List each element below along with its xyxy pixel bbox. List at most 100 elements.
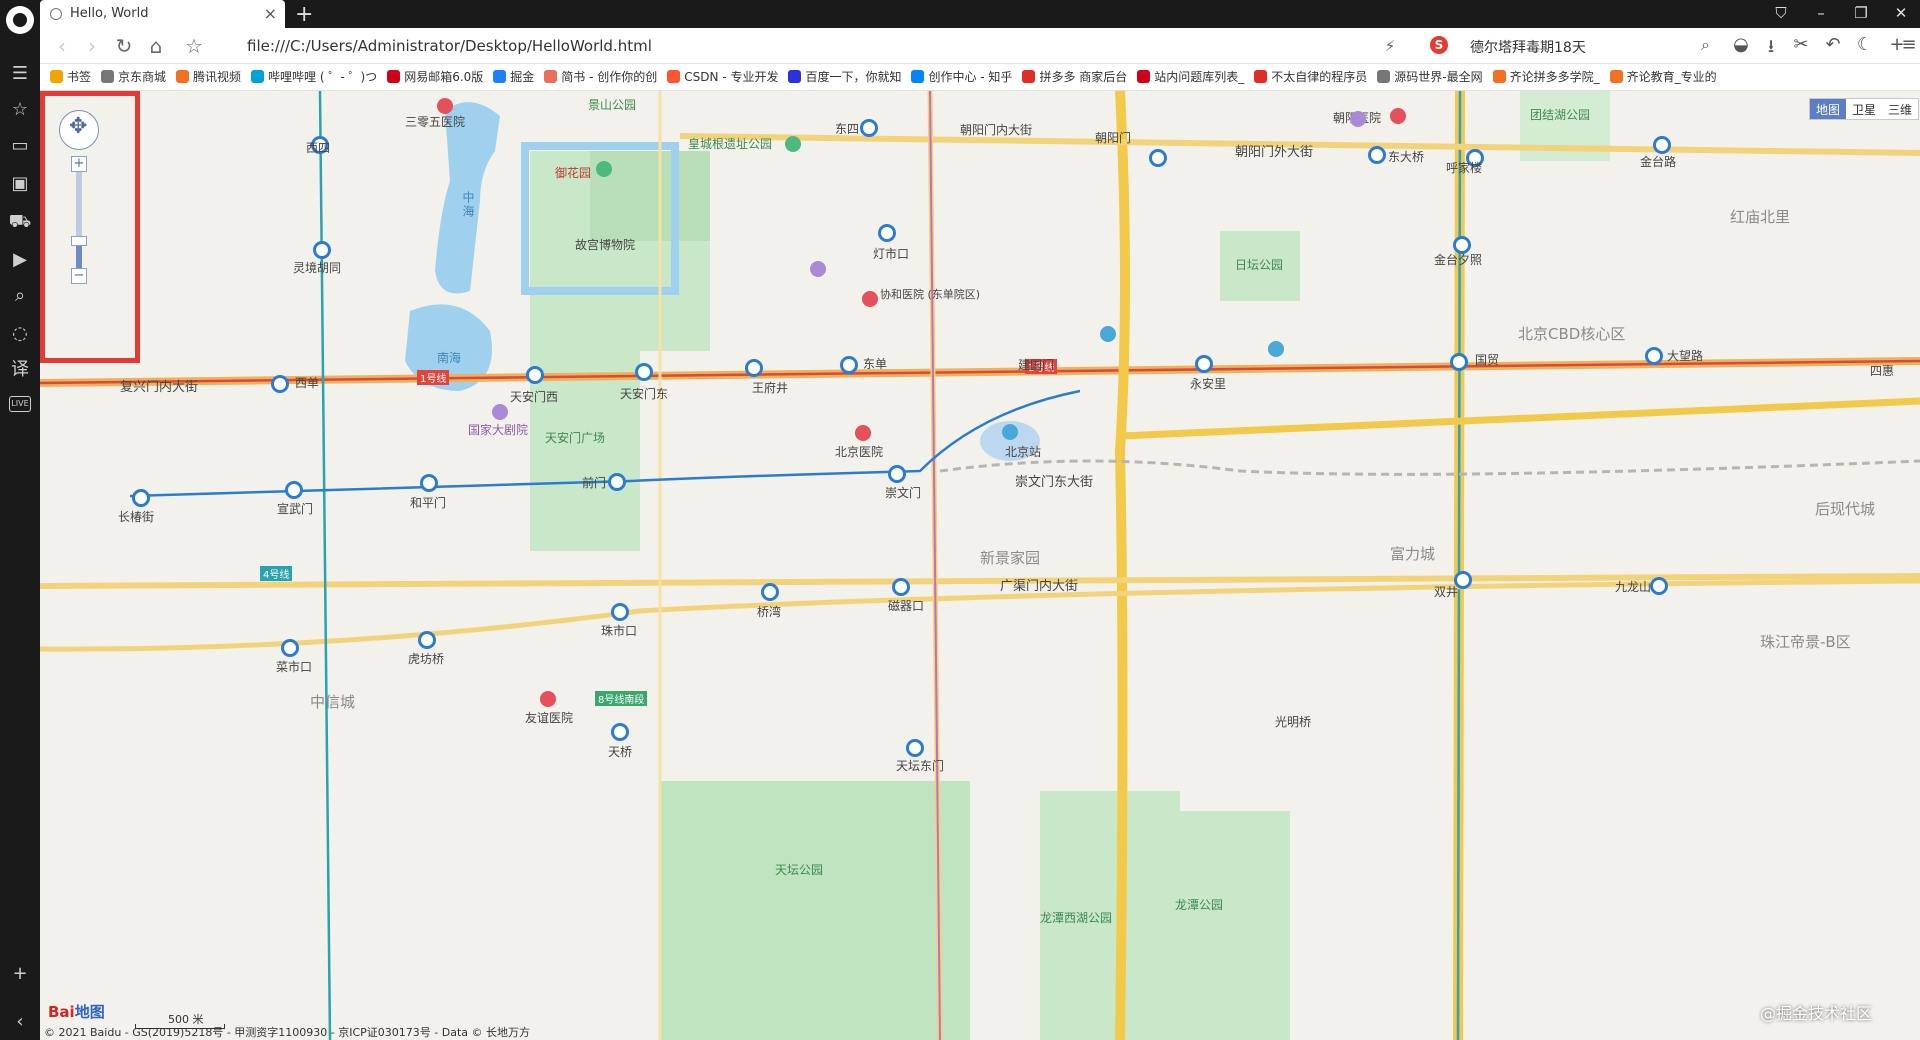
hospital-icon[interactable] bbox=[862, 291, 878, 307]
hospital-icon[interactable] bbox=[855, 425, 871, 441]
forward-icon[interactable]: › bbox=[80, 34, 104, 58]
metro-station-icon[interactable] bbox=[878, 224, 896, 242]
metro-station-icon[interactable] bbox=[285, 481, 303, 499]
browser-tab[interactable]: Hello, World × bbox=[40, 0, 285, 28]
metro-station-icon[interactable] bbox=[271, 375, 289, 393]
shirt-icon[interactable]: ⛉ bbox=[1766, 4, 1796, 22]
building-icon[interactable] bbox=[1268, 341, 1284, 357]
bookmark-item[interactable]: 创作中心 - 知乎 bbox=[911, 64, 1012, 90]
metro-station-icon[interactable] bbox=[840, 356, 858, 374]
refresh-icon[interactable]: ↻ bbox=[112, 34, 136, 58]
metro-station-icon[interactable] bbox=[313, 241, 331, 259]
metro-station-icon[interactable] bbox=[761, 583, 779, 601]
bookmark-item[interactable]: 哔哩哔哩 ( ゜- ゜)つ bbox=[251, 64, 377, 90]
zoom-slider-handle[interactable] bbox=[71, 236, 87, 247]
park-icon[interactable] bbox=[785, 136, 801, 152]
menu-icon[interactable]: ≡ bbox=[1896, 34, 1920, 55]
metro-station-icon[interactable] bbox=[526, 366, 544, 384]
add-icon[interactable]: + bbox=[8, 962, 32, 986]
shopping-icon[interactable] bbox=[810, 261, 826, 277]
metro-station-icon[interactable] bbox=[860, 119, 878, 137]
metro-station-icon[interactable] bbox=[132, 489, 150, 507]
book-icon[interactable]: ▭ bbox=[8, 134, 32, 158]
undo-icon[interactable]: ↶ bbox=[1820, 34, 1846, 55]
browser-logo-icon[interactable] bbox=[6, 6, 34, 34]
bookmark-item[interactable]: 不太自律的程序员 bbox=[1254, 64, 1367, 90]
metro-station-icon[interactable] bbox=[1450, 353, 1468, 371]
search-icon[interactable]: ⌕ bbox=[1701, 35, 1710, 55]
translate-icon[interactable]: 译 bbox=[8, 358, 32, 382]
shopping-icon[interactable] bbox=[1350, 111, 1366, 127]
map-type-normal[interactable]: 地图 bbox=[1809, 99, 1846, 119]
collapse-icon[interactable]: ‹ bbox=[8, 1010, 32, 1034]
metro-station-icon[interactable] bbox=[745, 359, 763, 377]
bookmark-item[interactable]: 百度一下，你就知 bbox=[788, 64, 901, 90]
metro-station-icon[interactable] bbox=[281, 639, 299, 657]
bookmark-item[interactable]: 拼多多 商家后台 bbox=[1022, 64, 1127, 90]
metro-station-icon[interactable] bbox=[892, 578, 910, 596]
tab-close-icon[interactable]: × bbox=[264, 4, 277, 23]
bookmark-item[interactable]: 简书 - 创作你的创 bbox=[544, 64, 657, 90]
search-icon[interactable]: ⌕ bbox=[8, 284, 32, 308]
metro-station-icon[interactable] bbox=[1195, 355, 1213, 373]
bookmark-item[interactable]: 掘金 bbox=[493, 64, 534, 90]
metro-station-icon[interactable] bbox=[635, 363, 653, 381]
video-icon[interactable]: ▶ bbox=[8, 248, 32, 272]
bookmark-item[interactable]: 书签 bbox=[50, 64, 91, 90]
station-icon[interactable] bbox=[1002, 424, 1018, 440]
bookmark-item[interactable]: 网易邮箱6.0版 bbox=[387, 64, 483, 90]
metro-station-icon[interactable] bbox=[1650, 577, 1668, 595]
metro-station-icon[interactable] bbox=[611, 603, 629, 621]
metro-station-icon[interactable] bbox=[1368, 146, 1386, 164]
bookmark-item[interactable]: 源码世界-最全网 bbox=[1377, 64, 1483, 90]
metro-station-icon[interactable] bbox=[906, 739, 924, 757]
night-mode-icon[interactable]: ☾ bbox=[1852, 34, 1878, 55]
building-icon[interactable] bbox=[1100, 326, 1116, 342]
park-icon[interactable] bbox=[596, 161, 612, 177]
new-tab-button[interactable]: + bbox=[295, 2, 313, 27]
metro-station-icon[interactable] bbox=[1149, 149, 1167, 167]
hospital-icon[interactable] bbox=[540, 691, 556, 707]
download-icon[interactable]: ⭳ bbox=[1758, 34, 1784, 64]
map-type-3d[interactable]: 三维 bbox=[1882, 99, 1918, 119]
lightning-icon[interactable]: ⚡ bbox=[1378, 37, 1402, 55]
home-icon[interactable]: ⌂ bbox=[144, 34, 168, 58]
zoom-out-button[interactable]: − bbox=[71, 268, 87, 284]
search-text[interactable]: 德尔塔拜毒期18天 bbox=[1470, 37, 1586, 57]
hospital-icon[interactable] bbox=[437, 98, 453, 114]
briefcase-icon[interactable]: ▣ bbox=[8, 172, 32, 196]
favorites-star-icon[interactable]: ☆ bbox=[8, 98, 32, 122]
bookmark-item[interactable]: 京东商城 bbox=[101, 64, 166, 90]
bookmark-item[interactable]: 齐论拼多多学院_ bbox=[1492, 64, 1600, 90]
map-type-satellite[interactable]: 卫星 bbox=[1846, 99, 1882, 119]
metro-station-icon[interactable] bbox=[611, 723, 629, 741]
minimize-icon[interactable]: – bbox=[1806, 4, 1836, 22]
bookmark-item[interactable]: 齐论教育_专业的 bbox=[1609, 64, 1717, 90]
search-box[interactable]: S 德尔塔拜毒期18天 ⌕ bbox=[1430, 33, 1710, 59]
metro-station-icon[interactable] bbox=[1645, 347, 1663, 365]
game-icon[interactable]: ◒ bbox=[1728, 34, 1754, 55]
cart-icon[interactable]: ⛟ bbox=[8, 210, 32, 234]
live-icon[interactable]: LIVE bbox=[9, 396, 31, 412]
metro-station-icon[interactable] bbox=[1653, 136, 1671, 154]
pan-control-icon[interactable] bbox=[59, 110, 99, 150]
bookmark-item[interactable]: CSDN - 专业开发 bbox=[667, 64, 778, 90]
restore-icon[interactable]: ❐ bbox=[1846, 4, 1876, 22]
chat-icon[interactable]: ◌ bbox=[8, 322, 32, 346]
hospital-icon[interactable] bbox=[1390, 108, 1406, 124]
metro-station-icon[interactable] bbox=[888, 465, 906, 483]
scissors-icon[interactable]: ✂ bbox=[1788, 34, 1814, 55]
metro-station-icon[interactable] bbox=[418, 631, 436, 649]
metro-station-icon[interactable] bbox=[608, 473, 626, 491]
metro-station-icon[interactable] bbox=[420, 474, 438, 492]
theater-icon[interactable] bbox=[492, 404, 508, 420]
map-canvas[interactable]: 景山公园 御花园 故宫博物院 皇城根遗址公园 中海 南海 天安门广场 国家大剧院… bbox=[40, 91, 1920, 1040]
bookmark-item[interactable]: 站内问题库列表_ bbox=[1137, 64, 1244, 90]
back-icon[interactable]: ‹ bbox=[50, 34, 74, 58]
close-window-icon[interactable]: ✕ bbox=[1886, 4, 1916, 22]
url-input[interactable]: file:///C:/Users/Administrator/Desktop/H… bbox=[247, 37, 652, 55]
bookmark-item[interactable]: 腾讯视频 bbox=[176, 64, 241, 90]
zoom-in-button[interactable]: + bbox=[71, 156, 87, 172]
bookmark-star-icon[interactable]: ☆ bbox=[182, 34, 206, 58]
reader-icon[interactable]: ☰ bbox=[8, 62, 32, 86]
